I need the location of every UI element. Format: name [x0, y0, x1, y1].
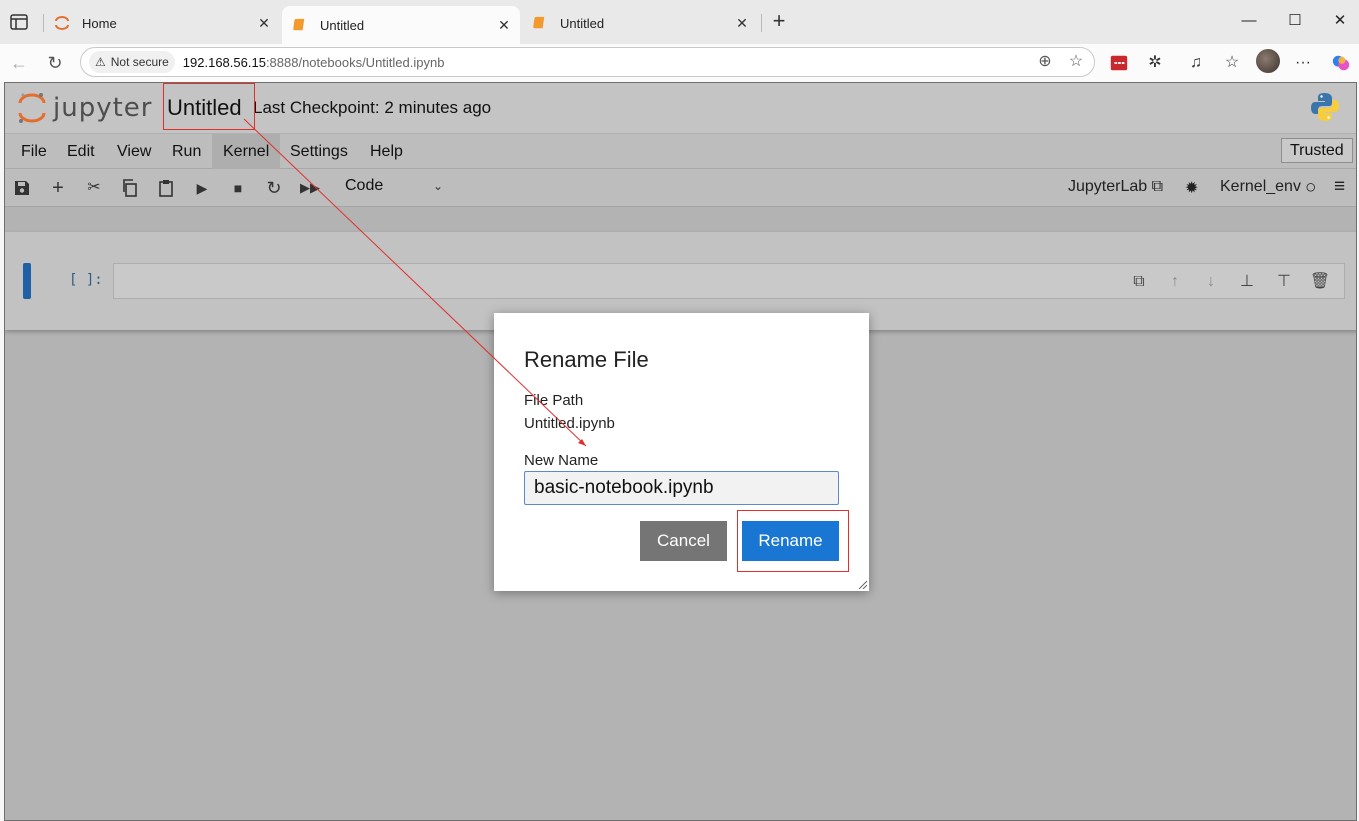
url-host: 192.168.56.15: [182, 54, 266, 70]
file-path-value: Untitled.ipynb: [524, 415, 615, 432]
new-name-input[interactable]: [524, 471, 839, 505]
last-checkpoint: Last Checkpoint: 2 minutes ago: [253, 98, 492, 117]
save-icon[interactable]: [11, 177, 33, 199]
dialog-title: Rename File: [524, 347, 649, 372]
cell-type-select[interactable]: Code: [345, 177, 383, 195]
tab-title: Untitled: [560, 15, 605, 31]
delete-cell-icon[interactable]: 🗑: [1309, 271, 1331, 293]
copy-icon[interactable]: [119, 177, 141, 199]
window-close-icon[interactable]: ✕: [1329, 10, 1351, 32]
insert-below-icon[interactable]: ⊤: [1273, 271, 1295, 293]
stop-icon[interactable]: ■: [227, 177, 249, 199]
duplicate-cell-icon[interactable]: ⧉: [1128, 271, 1150, 293]
file-path-label: File Path: [524, 392, 584, 409]
code-cell-input[interactable]: [113, 263, 1345, 299]
jupyter-favicon-icon: [54, 15, 70, 31]
python-logo-icon: [1311, 93, 1339, 121]
profile-avatar[interactable]: [1256, 49, 1280, 73]
tab-title: Untitled: [320, 17, 365, 33]
tab-home[interactable]: Home ✕: [44, 6, 280, 40]
cut-icon[interactable]: ✂: [83, 177, 105, 199]
extension-red-icon[interactable]: [1108, 52, 1130, 74]
active-cell-marker: [23, 263, 31, 299]
menu-settings[interactable]: Settings: [285, 134, 353, 169]
close-icon[interactable]: ✕: [256, 15, 272, 31]
open-jupyterlab-link[interactable]: JupyterLab ⧉: [1068, 178, 1163, 196]
url-text: 192.168.56.15:8888/notebooks/Untitled.ip…: [183, 55, 445, 70]
menu-file[interactable]: File: [16, 134, 52, 169]
debugger-bug-icon[interactable]: ✹: [1185, 178, 1198, 198]
kernel-name[interactable]: Kernel_env: [1220, 178, 1301, 196]
restart-run-all-icon[interactable]: ▶▶: [299, 177, 321, 199]
security-chip[interactable]: ⚠ Not secure: [89, 51, 175, 73]
tab-separator: [761, 14, 762, 32]
tab-title: Home: [82, 15, 117, 31]
favorite-star-icon[interactable]: ☆: [1066, 52, 1086, 72]
new-tab-icon[interactable]: +: [768, 10, 790, 33]
menu-bar: File Edit View Run Kernel Settings Help …: [5, 133, 1356, 169]
menu-run[interactable]: Run: [167, 134, 206, 169]
external-link-icon: ⧉: [1151, 178, 1164, 195]
more-menu-icon[interactable]: ···: [1292, 52, 1314, 74]
hamburger-menu-icon[interactable]: ≡: [1334, 176, 1345, 198]
security-label: Not secure: [110, 55, 169, 69]
move-up-icon[interactable]: ↑: [1164, 271, 1186, 293]
tab-untitled[interactable]: Untitled ✕: [522, 6, 758, 40]
menu-view[interactable]: View: [112, 134, 156, 169]
kernel-status-idle-icon: ○: [1305, 177, 1317, 198]
jupyter-logo[interactable]: jupyter: [17, 91, 152, 125]
trusted-indicator[interactable]: Trusted: [1281, 138, 1353, 163]
tab-untitled-active[interactable]: Untitled ✕: [282, 6, 520, 44]
annotation-highlight-title: [163, 83, 255, 130]
back-icon[interactable]: ←: [8, 52, 30, 74]
copilot-icon[interactable]: [1330, 52, 1352, 74]
jupyterlab-label: JupyterLab: [1068, 178, 1148, 195]
move-down-icon[interactable]: ↓: [1200, 271, 1222, 293]
restart-icon[interactable]: ↻: [263, 177, 285, 199]
url-path: :8888/notebooks/Untitled.ipynb: [265, 54, 445, 70]
maximize-icon[interactable]: ☐: [1284, 10, 1306, 32]
media-icon[interactable]: ♫: [1185, 52, 1207, 74]
resize-grip-icon[interactable]: [857, 579, 867, 589]
notebook-toolbar: + ✂ ▶ ■ ↻ ▶▶ Code ⌄ JupyterLab ⧉ ✹ Kerne…: [5, 169, 1356, 207]
new-name-label: New Name: [524, 452, 599, 469]
jupyter-logo-text: jupyter: [53, 93, 153, 123]
notebook-favicon-icon: [292, 17, 308, 33]
browser-tab-bar: Home ✕ Untitled ✕ Untitled ✕ + — ☐ ✕: [0, 0, 1359, 44]
tab-actions-icon[interactable]: [8, 11, 30, 33]
menu-help[interactable]: Help: [365, 134, 408, 169]
paste-icon[interactable]: [155, 177, 177, 199]
run-icon[interactable]: ▶: [191, 177, 213, 199]
add-cell-icon[interactable]: +: [47, 177, 69, 199]
close-icon[interactable]: ✕: [734, 15, 750, 31]
warning-icon: ⚠: [95, 55, 106, 69]
reload-icon[interactable]: ↻: [44, 52, 66, 74]
annotation-highlight-rename: [737, 510, 849, 572]
menu-edit[interactable]: Edit: [62, 134, 100, 169]
menu-kernel[interactable]: Kernel: [212, 134, 281, 169]
chevron-down-icon[interactable]: ⌄: [433, 179, 443, 193]
notebook-favicon-icon: [532, 15, 548, 31]
close-icon[interactable]: ✕: [496, 17, 512, 33]
jupyter-logo-icon: [18, 93, 46, 123]
favorites-icon[interactable]: ☆: [1221, 52, 1243, 74]
cancel-button[interactable]: Cancel: [640, 521, 727, 561]
zoom-icon[interactable]: ⊕: [1035, 52, 1055, 72]
insert-above-icon[interactable]: ⊥: [1236, 271, 1258, 293]
extensions-puzzle-icon[interactable]: ✲: [1144, 52, 1166, 74]
cell-prompt: [ ]:: [69, 272, 103, 288]
address-bar: ← ↻ ⚠ Not secure 192.168.56.15:8888/note…: [0, 44, 1359, 82]
url-field[interactable]: ⚠ Not secure 192.168.56.15:8888/notebook…: [80, 47, 1095, 77]
minimize-icon[interactable]: —: [1238, 10, 1260, 32]
